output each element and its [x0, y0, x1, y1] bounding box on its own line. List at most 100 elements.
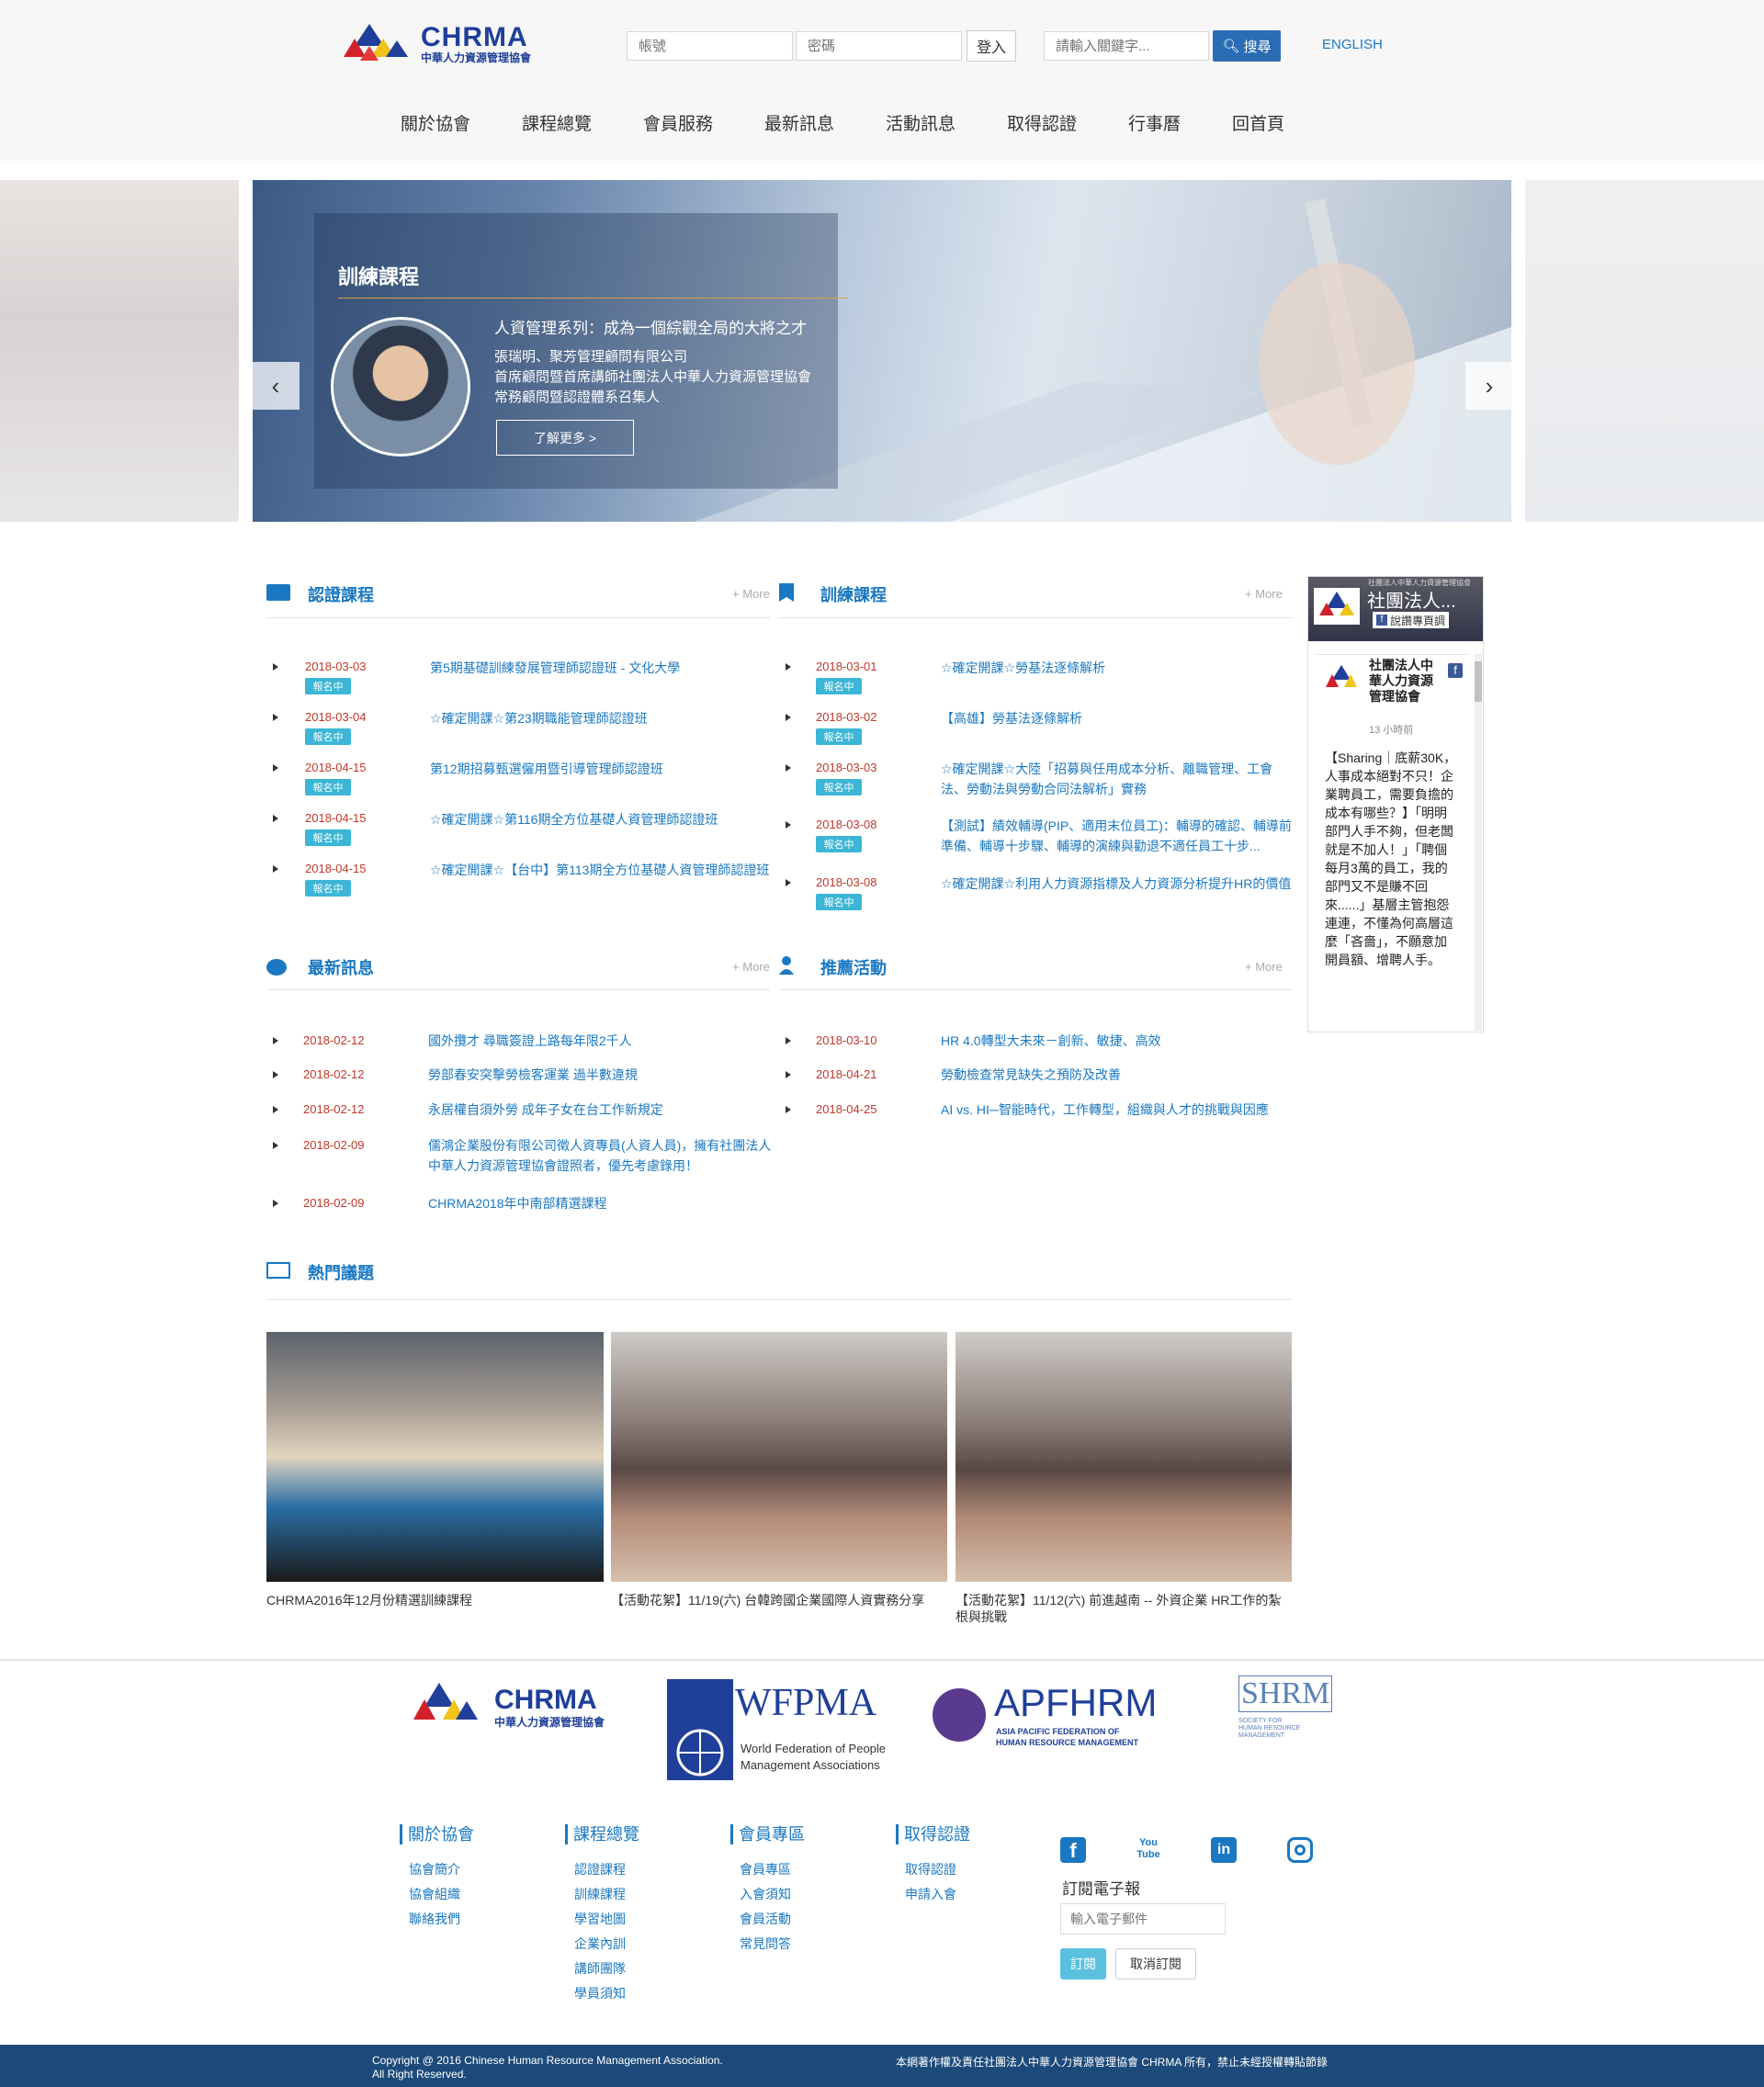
bullet-icon [273, 1106, 278, 1113]
nav-certification[interactable]: 取得認證 [1007, 110, 1077, 135]
partner-apfhrm-emblem[interactable] [933, 1688, 986, 1742]
list-item-link[interactable]: 第12期招募甄選僱用暨引導管理師認證班 [430, 759, 779, 779]
news-more[interactable]: + More [732, 960, 770, 974]
status-badge: 報名中 [305, 829, 351, 846]
hero-prev-preview [0, 180, 239, 522]
list-item-link[interactable]: 永居權自須外勞 成年子女在台工作新規定 [428, 1100, 777, 1120]
status-badge: 報名中 [816, 728, 862, 745]
facebook-widget[interactable]: 社團法人中華人力資源管理協會 社團法人... f 說讚專頁調 社團法人中華人力資… [1307, 576, 1484, 1032]
list-item-link[interactable]: ☆確定開課☆第116期全方位基礎人資管理師認證班 [430, 809, 779, 829]
list-item-link[interactable]: ☆確定開課☆【台中】第113期全方位基礎人資管理師認證班 [430, 860, 779, 880]
topic-caption-1[interactable]: CHRMA2016年12月份精選訓練課程 [266, 1592, 604, 1608]
list-item-link[interactable]: ☆確定開課☆勞基法逐條解析 [941, 658, 1292, 678]
topic-photo-3[interactable] [956, 1332, 1292, 1582]
carousel-next-arrow[interactable]: › [1465, 362, 1513, 410]
facebook-post-time: 13 小時前 [1369, 725, 1414, 736]
list-item-link[interactable]: 【高雄】勞基法逐條解析 [941, 708, 1292, 728]
list-item-link[interactable]: ☆確定開課☆利用人力資源指標及人力資源分析提升HR的價值 [941, 874, 1292, 894]
list-item-link[interactable]: ☆確定開課☆大陸「招募與任用成本分析、離職管理、工會法、勞動法與勞動合同法解析」… [941, 759, 1292, 799]
cert-courses-more[interactable]: + More [732, 587, 770, 601]
facebook-like-label: 說讚專頁調 [1390, 614, 1446, 627]
instagram-icon[interactable] [1287, 1837, 1313, 1863]
hero-next-preview [1525, 180, 1764, 522]
footer-link[interactable]: 會員專區 [740, 1860, 791, 1878]
training-courses-more[interactable]: + More [1245, 587, 1283, 601]
footer-col-title[interactable]: 會員專區 [730, 1824, 805, 1844]
footer-link[interactable]: 聯絡我們 [409, 1910, 460, 1928]
search-icon: 🔍︎ [1222, 39, 1240, 54]
topic-photo-2[interactable] [611, 1332, 947, 1582]
footer-link[interactable]: 訓練課程 [574, 1885, 626, 1903]
footer-link[interactable]: 講師團隊 [574, 1959, 626, 1978]
list-item-link[interactable]: 國外攬才 尋職簽證上路每年限2千人 [428, 1031, 777, 1051]
carousel-prev-arrow[interactable]: ‹ [252, 362, 300, 410]
facebook-scrollbar[interactable] [1475, 654, 1482, 1031]
list-item-link[interactable]: HR 4.0轉型大未來－創新、敏捷、高效 [941, 1031, 1292, 1051]
facebook-post-page-name[interactable]: 社團法人中華人力資源管理協會 [1369, 658, 1437, 705]
search-button[interactable]: 🔍︎ 搜尋 [1213, 30, 1281, 62]
account-input[interactable] [627, 31, 793, 61]
unsubscribe-button[interactable]: 取消訂閱 [1115, 1948, 1196, 1980]
status-badge: 報名中 [305, 678, 351, 694]
list-item-link[interactable]: ☆確定開課☆第23期職能管理師認證班 [430, 708, 779, 728]
footer-link[interactable]: 取得認證 [905, 1860, 956, 1878]
partner-chrma-icon[interactable] [412, 1679, 485, 1731]
bullet-icon [273, 764, 278, 772]
topic-photo-1[interactable] [266, 1332, 604, 1582]
list-item-link[interactable]: AI vs. HI─智能時代，工作轉型，組織與人才的挑戰與因應 [941, 1100, 1292, 1120]
footer-link[interactable]: 申請入會 [905, 1885, 956, 1903]
language-switch[interactable]: ENGLISH [1322, 37, 1383, 52]
chevron-right-icon: › [1485, 371, 1494, 400]
facebook-icon[interactable]: f [1060, 1837, 1086, 1863]
list-item-link[interactable]: CHRMA2018年中南部精選課程 [428, 1193, 777, 1213]
nav-home[interactable]: 回首頁 [1232, 110, 1284, 135]
footer-link[interactable]: 常見問答 [740, 1935, 791, 1953]
subscribe-button[interactable]: 訂閱 [1060, 1948, 1106, 1980]
footer-link[interactable]: 學員須知 [574, 1984, 626, 2002]
nav-news[interactable]: 最新訊息 [764, 110, 834, 135]
nav-courses[interactable]: 課程總覽 [522, 110, 592, 135]
footer-col-title[interactable]: 課程總覽 [565, 1824, 639, 1844]
item-date: 2018-03-01 [816, 660, 877, 673]
email-input[interactable] [1060, 1903, 1226, 1935]
footer-col-title[interactable]: 關於協會 [400, 1824, 474, 1844]
login-button[interactable]: 登入 [967, 30, 1016, 62]
footer-link[interactable]: 認證課程 [574, 1860, 626, 1878]
footer-link[interactable]: 協會簡介 [409, 1860, 460, 1878]
nav-activities[interactable]: 活動訊息 [886, 110, 956, 135]
partner-shrm-name[interactable]: SHRM [1238, 1675, 1333, 1712]
footer-col-title[interactable]: 取得認證 [896, 1824, 970, 1844]
facebook-like-button[interactable]: f 說讚專頁調 [1373, 612, 1450, 628]
list-item-link[interactable]: 第5期基礎訓練發展管理師認證班 - 文化大學 [430, 658, 779, 678]
partner-wfpma-emblem[interactable] [667, 1679, 733, 1780]
status-badge: 報名中 [816, 894, 862, 910]
topic-caption-2[interactable]: 【活動花絮】11/19(六) 台韓跨國企業國際人資實務分享 [611, 1592, 947, 1608]
linkedin-icon[interactable]: in [1211, 1837, 1237, 1863]
footer-link[interactable]: 入會須知 [740, 1885, 791, 1903]
footer-link[interactable]: 協會組織 [409, 1885, 460, 1903]
footer-link[interactable]: 會員活動 [740, 1910, 791, 1928]
list-item-link[interactable]: 儒鴻企業股份有限公司徵人資專員(人資人員)，擁有社團法人中華人力資源管理協會證照… [428, 1135, 777, 1176]
hero-speaker-line2: 首席顧問暨首席講師社團法人中華人力資源管理協會 [494, 369, 812, 385]
nav-about[interactable]: 關於協會 [401, 110, 470, 135]
footer-link[interactable]: 學習地圖 [574, 1910, 626, 1928]
list-item-link[interactable]: 勞部春安突擊勞檢客運業 過半數違規 [428, 1065, 777, 1085]
password-input[interactable] [796, 31, 962, 61]
chrma-logo-icon[interactable] [342, 20, 424, 68]
nav-members[interactable]: 會員服務 [643, 110, 713, 135]
divider [779, 989, 1292, 990]
list-item-link[interactable]: 勞動檢查常見缺失之預防及改善 [941, 1065, 1292, 1085]
youtube-icon[interactable]: You Tube [1136, 1837, 1161, 1863]
bullet-icon [273, 1037, 278, 1044]
item-date: 2018-03-08 [816, 818, 877, 831]
status-badge: 報名中 [305, 880, 351, 897]
activities-title: 推薦活動 [820, 959, 887, 977]
activities-more[interactable]: + More [1245, 960, 1283, 974]
nav-calendar[interactable]: 行事曆 [1128, 110, 1181, 135]
footer-link[interactable]: 企業內訓 [574, 1935, 626, 1953]
topic-caption-3[interactable]: 【活動花絮】11/12(六) 前進越南 -- 外資企業 HR工作的紮根與挑戰 [956, 1592, 1292, 1625]
search-input[interactable] [1044, 31, 1209, 61]
hero-learn-more-button[interactable]: 了解更多 > [496, 420, 634, 456]
header: CHRMA 中華人力資源管理協會 登入 🔍︎ 搜尋 ENGLISH 關於協會 課… [0, 0, 1764, 161]
list-item-link[interactable]: 【測試】績效輔導(PIP、適用末位員工)：輔導的確認、輔導前準備、輔導十步驟、輔… [941, 816, 1292, 856]
